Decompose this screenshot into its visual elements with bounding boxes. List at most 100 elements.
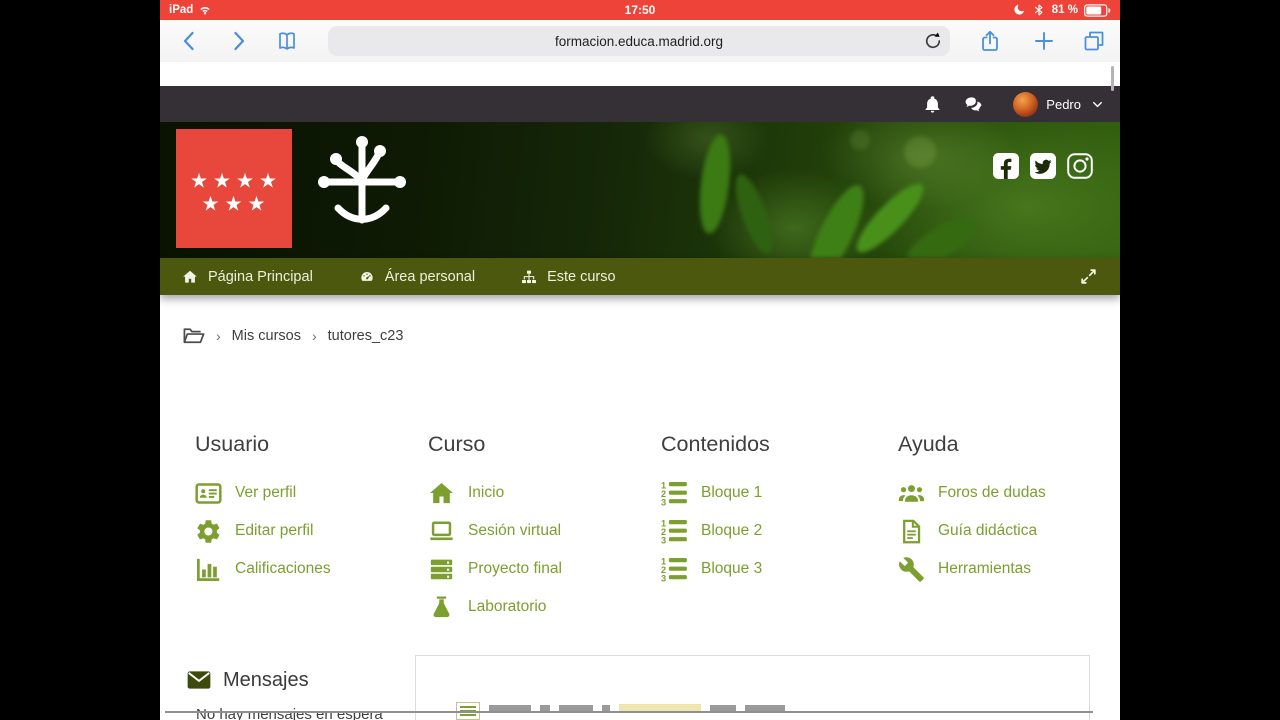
link-guia-didactica[interactable]: Guía didáctica — [898, 512, 1120, 550]
nav-item-area-personal[interactable]: Área personal — [359, 269, 475, 285]
nav-label: Página Principal — [208, 268, 313, 285]
back-icon — [178, 29, 202, 53]
address-bar[interactable]: formacion.educa.madrid.org — [328, 26, 950, 56]
clock: 17:50 — [624, 3, 656, 17]
plus-icon — [1032, 29, 1056, 53]
url-text: formacion.educa.madrid.org — [554, 33, 724, 49]
gear-icon — [195, 518, 222, 545]
twitter-icon[interactable] — [1029, 152, 1057, 180]
link-sesion-virtual[interactable]: Sesión virtual — [428, 512, 650, 550]
link-label: Bloque 1 — [701, 484, 763, 501]
column-title: Curso — [428, 432, 486, 456]
link-label: Foros de dudas — [938, 484, 1046, 501]
link-label: Proyecto final — [468, 560, 562, 577]
educamadrid-tree-logo — [318, 136, 406, 224]
breadcrumb-course: tutores_c23 — [327, 327, 404, 344]
home-icon — [428, 480, 455, 507]
link-label: Herramientas — [938, 560, 1032, 577]
numbered-list-icon — [661, 480, 688, 507]
breadcrumb-mis-cursos[interactable]: Mis cursos — [232, 328, 301, 344]
link-bloque-3[interactable]: Bloque 3 — [661, 550, 883, 588]
messages-title: Mensajes — [223, 668, 309, 691]
tabs-icon — [1082, 29, 1106, 53]
column-contenidos: Contenidos Bloque 1 Bloque 2 Bloque 3 — [661, 432, 883, 588]
bell-icon[interactable] — [923, 95, 942, 114]
column-usuario: Usuario Ver perfil Editar perfil Calific… — [195, 432, 417, 588]
browser-toolbar: formacion.educa.madrid.org — [160, 20, 1120, 63]
link-label: Laboratorio — [468, 598, 547, 615]
link-laboratorio[interactable]: Laboratorio — [428, 588, 650, 626]
divider-line — [165, 711, 1093, 713]
share-icon — [978, 29, 1002, 53]
nav-item-pagina-principal[interactable]: Página Principal — [182, 269, 313, 285]
link-bloque-2[interactable]: Bloque 2 — [661, 512, 883, 550]
site-header: Pedro — [160, 86, 1120, 122]
link-editar-perfil[interactable]: Editar perfil — [195, 512, 417, 550]
bar-chart-icon — [195, 556, 222, 583]
link-inicio[interactable]: Inicio — [428, 474, 650, 512]
breadcrumb-separator: › — [216, 327, 221, 344]
server-icon — [428, 556, 455, 583]
status-bar: iPad 17:50 81 % — [160, 0, 1120, 20]
tabs-button[interactable] — [1082, 29, 1106, 53]
forward-button[interactable] — [226, 29, 250, 53]
facebook-icon[interactable] — [992, 152, 1020, 180]
column-curso: Curso Inicio Sesión virtual Proyecto fin… — [428, 432, 650, 626]
dashboard-icon — [359, 269, 375, 285]
webpage: Pedro Página Principal Área personal Est… — [160, 62, 1120, 720]
new-tab-button[interactable] — [1032, 29, 1056, 53]
ipad-screen: iPad 17:50 81 % formacion.educa.madrid.o… — [160, 0, 1120, 720]
link-label: Editar perfil — [235, 522, 314, 539]
users-icon — [898, 480, 925, 507]
user-name[interactable]: Pedro — [1046, 97, 1081, 112]
flask-icon — [428, 594, 455, 621]
battery-icon — [1084, 4, 1111, 17]
link-ver-perfil[interactable]: Ver perfil — [195, 474, 417, 512]
link-label: Bloque 2 — [701, 522, 763, 539]
share-button[interactable] — [978, 29, 1002, 53]
link-label: Bloque 3 — [701, 560, 763, 577]
nav-item-este-curso[interactable]: Este curso — [521, 269, 616, 285]
breadcrumb-separator: › — [311, 327, 317, 344]
bluetooth-icon — [1032, 3, 1046, 17]
bookmarks-icon — [275, 29, 299, 53]
link-proyecto-final[interactable]: Proyecto final — [428, 550, 650, 588]
messages-section: Mensajes No hay mensajes en espera — [160, 655, 1120, 720]
reload-icon[interactable] — [923, 31, 943, 51]
id-card-icon — [195, 480, 222, 507]
link-foros-de-dudas[interactable]: Foros de dudas — [898, 474, 1120, 512]
forward-icon — [226, 29, 250, 53]
messages-bubble-icon[interactable] — [964, 95, 983, 114]
instagram-icon[interactable] — [1066, 152, 1094, 180]
back-button[interactable] — [178, 29, 202, 53]
sitemap-icon — [521, 269, 537, 285]
link-label: Sesión virtual — [468, 522, 562, 539]
avatar[interactable] — [1013, 91, 1039, 117]
link-bloque-1[interactable]: Bloque 1 — [661, 474, 883, 512]
bookmarks-button[interactable] — [275, 29, 299, 53]
nav-label: Área personal — [384, 268, 476, 285]
column-title: Usuario — [195, 432, 270, 456]
banner — [160, 122, 1120, 258]
social-links — [992, 152, 1094, 180]
column-title: Ayuda — [898, 432, 959, 456]
link-calificaciones[interactable]: Calificaciones — [195, 550, 417, 588]
scrollbar[interactable] — [1111, 66, 1114, 91]
envelope-icon — [186, 667, 212, 693]
link-label: Inicio — [468, 484, 505, 501]
expand-arrows-icon[interactable] — [1079, 267, 1098, 286]
folder-icon[interactable] — [182, 324, 205, 347]
breadcrumb: › Mis cursos › tutores_c23 — [182, 324, 403, 347]
laptop-icon — [428, 518, 455, 545]
battery-percent: 81 % — [1051, 4, 1078, 16]
link-herramientas[interactable]: Herramientas — [898, 550, 1120, 588]
nav-label: Este curso — [547, 268, 616, 285]
main-navigation: Página Principal Área personal Este curs… — [160, 258, 1120, 295]
numbered-list-icon — [661, 556, 688, 583]
column-ayuda: Ayuda Foros de dudas Guía didáctica Herr… — [898, 432, 1120, 588]
column-title: Contenidos — [661, 432, 770, 456]
messages-empty-text: No hay mensajes en espera — [196, 706, 383, 720]
wrench-icon — [898, 556, 925, 583]
chevron-down-icon[interactable] — [1091, 98, 1104, 111]
document-icon — [898, 518, 925, 545]
